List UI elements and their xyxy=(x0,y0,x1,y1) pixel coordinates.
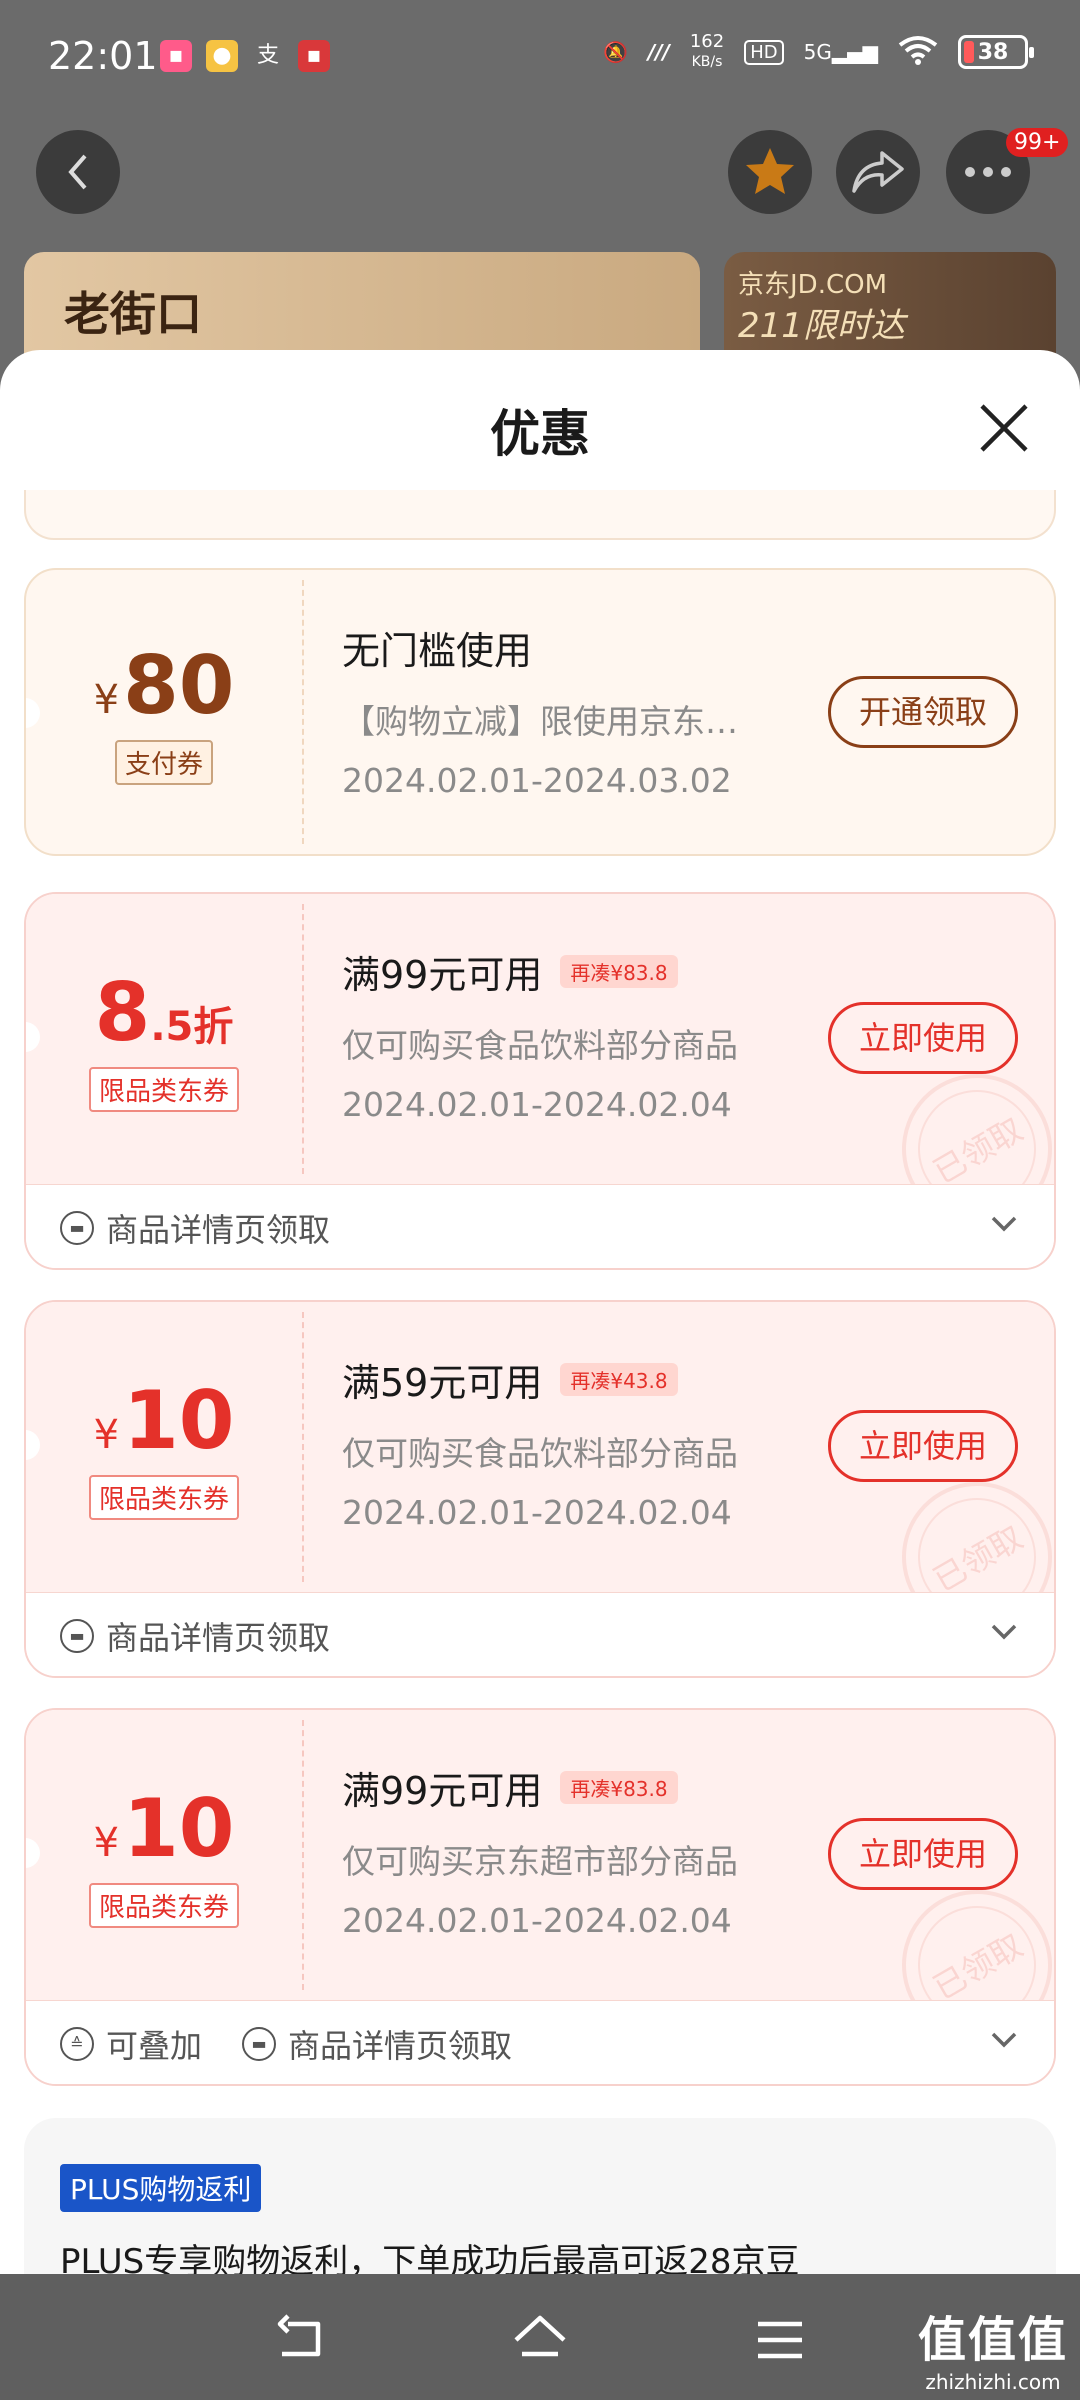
watermark: 值值值 zhizhizhi.com xyxy=(917,2312,1068,2394)
coupon-footer[interactable]: ▬ 商品详情页领取 xyxy=(26,1592,1054,1676)
sheet-title: 优惠 xyxy=(490,405,590,463)
delivery-banner[interactable]: 京东JD.COM 211限时达 xyxy=(724,252,1056,362)
status-right: 🔕 /// 162 KB/s HD 5G▂▄▆ 38 xyxy=(603,31,1034,72)
stack-icon: ≙ xyxy=(60,2026,94,2061)
coupon-value: 8 .5折 限品类东券 xyxy=(26,894,302,1184)
coupon-type-tag: 限品类东券 xyxy=(88,1883,239,1928)
notification-badge: 99+ xyxy=(1006,128,1069,157)
status-bar: 22:01 ▪ ● 支 ▪ 🔕 /// 162 KB/s HD 5G▂▄▆ 38 xyxy=(0,0,1080,115)
coupon-footer[interactable]: ▬ 商品详情页领取 xyxy=(26,1184,1054,1268)
coupon-footer[interactable]: ≙ 可叠加 ▬ 商品详情页领取 xyxy=(26,2000,1054,2084)
coupon-type-tag: 限品类东券 xyxy=(88,1067,239,1112)
app-notification-icon: ▪ xyxy=(298,40,330,72)
coupon-condition: 无门槛使用 xyxy=(342,629,533,673)
open-and-claim-button[interactable]: 开通领取 xyxy=(828,676,1018,748)
stackable-label: 可叠加 xyxy=(106,2026,203,2065)
plus-rebate-text: PLUS专享购物返利，下单成功后最高可返28京豆 xyxy=(60,2242,800,2274)
coupon-value: ¥ 80 支付券 xyxy=(26,570,302,854)
ticket-icon: ▬ xyxy=(242,2026,277,2061)
coupon-sheet: 优惠 ¥ 80 支付券 无门槛使用 【购物立减】限使用京东… 2024.02.0… xyxy=(0,350,1080,2274)
coupon-card: ¥ 10 限品类东券 满99元可用 再凑¥83.8 仅可购买京东超市部分商品 2… xyxy=(24,1708,1056,2086)
coupon-type-tag: 限品类东券 xyxy=(88,1475,239,1520)
coupon-condition: 满59元可用 再凑¥43.8 xyxy=(342,1352,782,1407)
mute-icon: 🔕 xyxy=(603,40,628,64)
coupon-condition: 满99元可用 再凑¥83.8 xyxy=(342,944,782,999)
net-speed: 162 KB/s xyxy=(689,31,725,71)
coupon-condition: 满99元可用 再凑¥83.8 xyxy=(342,1760,782,1815)
use-now-button[interactable]: 立即使用 xyxy=(828,1818,1018,1890)
wifi-icon xyxy=(898,35,938,70)
jd-logo-text: 京东JD.COM xyxy=(738,270,888,300)
plus-rebate-section: PLUS购物返利 PLUS专享购物返利，下单成功后最高可返28京豆 xyxy=(24,2118,1056,2274)
coupon-description: 仅可购买食品饮料部分商品 xyxy=(342,1434,738,1473)
coupon-source-label: 商品详情页领取 xyxy=(288,2026,513,2065)
share-icon xyxy=(852,151,904,193)
battery-icon: 38 xyxy=(958,35,1034,69)
status-time: 22:01 xyxy=(48,34,158,78)
alipay-icon: 支 xyxy=(256,43,279,68)
use-now-button[interactable]: 立即使用 xyxy=(828,1410,1018,1482)
coupon-description: 仅可购买食品饮料部分商品 xyxy=(342,1026,738,1065)
coupon-dates: 2024.02.01-2024.02.04 xyxy=(342,1085,732,1124)
ticket-icon: ▬ xyxy=(60,1210,94,1245)
remaining-amount-tag: 再凑¥83.8 xyxy=(560,955,678,988)
chevron-down-icon[interactable] xyxy=(990,1215,1018,1233)
hd-icon: HD xyxy=(744,39,784,65)
cellular-icon: 5G▂▄▆ xyxy=(803,40,878,64)
remaining-amount-tag: 再凑¥43.8 xyxy=(560,1363,678,1396)
coupon-source-label: 商品详情页领取 xyxy=(106,1618,331,1657)
star-icon xyxy=(746,148,794,194)
coupon-card: ¥ 80 支付券 无门槛使用 【购物立减】限使用京东… 2024.02.01-2… xyxy=(24,568,1056,856)
notification-icons: ▪ ● 支 ▪ xyxy=(160,40,330,72)
coupon-dates: 2024.02.01-2024.02.04 xyxy=(342,1493,732,1532)
menu-icon[interactable] xyxy=(750,2310,810,2370)
delivery-promo-text: 211限时达 xyxy=(738,306,905,346)
chevron-left-icon xyxy=(68,154,87,190)
store-banner[interactable]: 老街口 xyxy=(24,252,700,362)
back-button[interactable] xyxy=(36,130,120,214)
share-button[interactable] xyxy=(836,130,920,214)
chevron-down-icon[interactable] xyxy=(990,1623,1018,1641)
coupon-description: 【购物立减】限使用京东… xyxy=(342,702,738,741)
app-notification-icon: ▪ xyxy=(160,40,192,72)
plus-rebate-label: PLUS购物返利 xyxy=(60,2164,262,2212)
coupon-dates: 2024.02.01-2024.03.02 xyxy=(342,761,732,800)
coupon-value: ¥ 10 限品类东券 xyxy=(26,1710,302,2000)
back-nav-icon[interactable] xyxy=(270,2310,330,2370)
coupon-description: 仅可购买京东超市部分商品 xyxy=(342,1842,738,1881)
favorite-button[interactable] xyxy=(728,130,812,214)
coupon-value: ¥ 10 限品类东券 xyxy=(26,1302,302,1592)
coupon-card: ¥ 10 限品类东券 满59元可用 再凑¥43.8 仅可购买食品饮料部分商品 2… xyxy=(24,1300,1056,1678)
more-icon xyxy=(965,167,1011,177)
coupon-source-label: 商品详情页领取 xyxy=(106,1210,331,1249)
coupon-dates: 2024.02.01-2024.02.04 xyxy=(342,1901,732,1940)
remaining-amount-tag: 再凑¥83.8 xyxy=(560,1771,678,1804)
coupon-card-partial xyxy=(24,490,1056,540)
app-notification-icon: ● xyxy=(206,40,238,72)
coupon-card: 8 .5折 限品类东券 满99元可用 再凑¥83.8 仅可购买食品饮料部分商品 … xyxy=(24,892,1056,1270)
chevron-down-icon[interactable] xyxy=(990,2031,1018,2049)
home-icon[interactable] xyxy=(510,2310,570,2370)
use-now-button[interactable]: 立即使用 xyxy=(828,1002,1018,1074)
close-icon[interactable] xyxy=(976,400,1032,456)
coupon-type-tag: 支付券 xyxy=(114,740,213,785)
signal-strength-icon: /// xyxy=(647,40,670,64)
ticket-icon: ▬ xyxy=(60,1618,94,1653)
store-logo: 老街口 xyxy=(64,287,202,341)
